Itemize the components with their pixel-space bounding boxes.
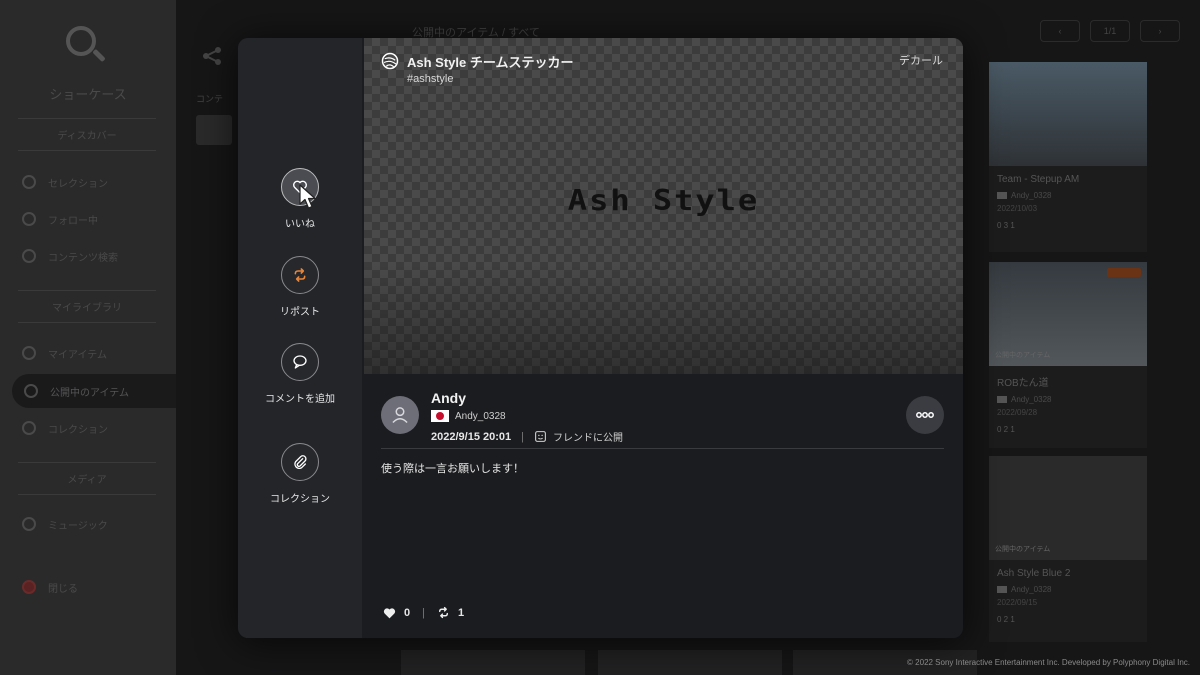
item-stats: 0 | 1 [383,606,464,619]
sidebar-item-following: フォロー中 [22,209,172,229]
item-card [401,650,585,675]
sidebar-item-collection: コレクション [22,418,172,438]
visibility: フレンドに公開 [534,429,623,444]
collection-label: コレクション [270,494,330,505]
repost-count: 1 [437,606,464,619]
user-icon [22,212,36,226]
item-card: 公開中のアイテム ROBたん道 Andy_0328 2022/09/28 0 2… [989,262,1147,448]
sidebar-item-music: ミュージック [22,514,172,534]
search-small-icon [22,249,36,263]
comment-icon [293,355,307,369]
user-icon [392,407,408,424]
item-title: Ash Style チームステッカー [407,55,574,70]
collection-button[interactable]: コレクション [238,443,362,505]
filter-panel: コンテ [196,92,236,152]
share-icon [200,44,226,70]
comment-label: コメントを追加 [265,394,335,405]
item-category: デカール [899,55,943,67]
repost-circle[interactable] [281,256,319,294]
sidebar-item-close: 閉じる [22,577,172,597]
item-detail-modal: いいね リポスト コメントを追加 コレクション Ash Style チームステッ… [238,38,963,638]
background-sidebar: ショーケース ディスカバー セレクション フォロー中 コンテンツ検索 マイライブ… [0,0,176,675]
author-name[interactable]: Andy [431,390,466,406]
close-icon [22,580,36,594]
like-label: いいね [285,219,315,230]
divider [381,448,944,449]
sidebar-item-published: 公開中のアイテム [12,374,176,408]
collection-circle[interactable] [281,443,319,481]
next-page-button: › [1140,20,1180,42]
repost-button[interactable]: リポスト [238,256,362,318]
mouse-cursor-icon [299,184,316,209]
share-icon [24,384,38,398]
add-comment-button[interactable]: コメントを追加 [238,343,362,405]
sidebar-section-library: マイライブラリ [18,290,156,323]
repost-icon [294,268,306,282]
more-dots-icon [916,412,934,418]
item-description: 使う際は一言お願いします！ [381,463,524,475]
sidebar-item-selection: セレクション [22,172,172,192]
page-indicator: 1/1 [1090,20,1130,42]
gt-logo-icon [381,52,399,70]
stats-separator: | [422,606,425,619]
more-options-button[interactable] [906,396,944,434]
post-meta: 2022/9/15 20:01 | フレンドに公開 [431,429,623,445]
repost-small-icon [438,606,448,619]
comment-circle[interactable] [281,343,319,381]
camera-icon [22,346,36,360]
paperclip-icon [294,455,307,469]
visibility-label: フレンドに公開 [553,433,623,444]
sidebar-section-discover: ディスカバー [18,118,156,151]
author-id-row: Andy_0328 [431,410,506,422]
avatar[interactable] [381,396,419,434]
item-card: Team - Stepup AM Andy_0328 2022/10/03 0 … [989,62,1147,252]
music-icon [22,517,36,531]
friends-visibility-icon [535,431,546,442]
item-tag[interactable]: #ashstyle [407,73,453,85]
decal-image: Ash Style [567,182,760,218]
action-panel: いいね リポスト コメントを追加 コレクション [238,38,362,638]
sidebar-item-my-items: マイアイテム [22,343,172,363]
prev-page-button: ‹ [1040,20,1080,42]
search-icon [66,26,106,66]
item-card: 公開中のアイテム Ash Style Blue 2 Andy_0328 2022… [989,456,1147,642]
sidebar-section-media: メディア [18,462,156,495]
sidebar-item-content-search: コンテンツ検索 [22,246,172,266]
sidebar-title: ショーケース [49,87,127,102]
meta-separator: | [521,430,524,443]
post-date: 2022/9/15 20:01 [431,430,512,443]
selection-icon [22,175,36,189]
japan-flag-icon [431,410,449,422]
paperclip-icon [22,421,36,435]
copyright: © 2022 Sony Interactive Entertainment In… [907,658,1190,667]
heart-filled-icon [383,607,396,618]
repost-label: リポスト [280,307,320,318]
author-id: Andy_0328 [455,410,506,422]
like-count: 0 [383,607,410,619]
item-info: Andy Andy_0328 2022/9/15 20:01 | フレンドに公開… [364,374,963,638]
item-card [598,650,782,675]
decal-preview: Ash Style チームステッカー #ashstyle デカール Ash St… [364,38,963,374]
